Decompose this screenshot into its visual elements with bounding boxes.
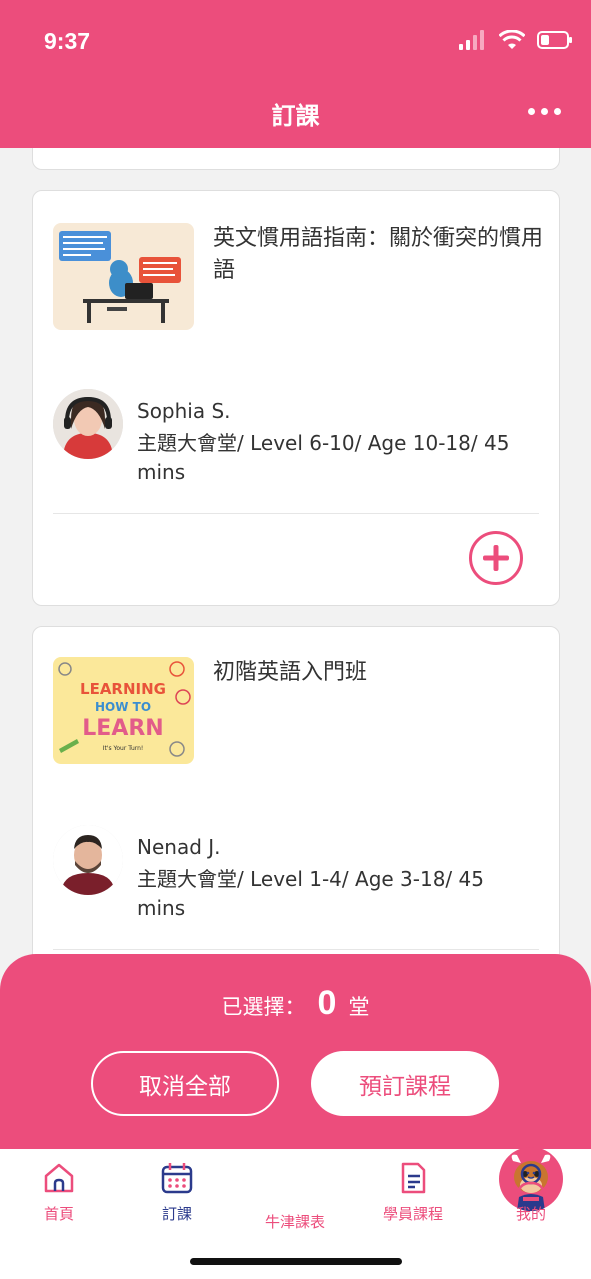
tab-label: 首頁	[43, 1205, 74, 1223]
document-icon	[401, 1162, 426, 1194]
cover-line-4: It's Your Turn!	[103, 745, 144, 752]
cancel-all-button[interactable]: 取消全部	[91, 1051, 279, 1116]
signal-icon	[459, 30, 484, 50]
selection-panel: 已選擇： 0 堂 取消全部 預訂課程	[0, 954, 591, 1154]
course-list[interactable]: 英文慣用語指南：關於衝突的慣用語 Sophia S. 主題大會堂/ Level …	[0, 148, 591, 958]
course-title: 英文慣用語指南：關於衝突的慣用語	[213, 226, 544, 283]
teacher-photo-icon	[53, 825, 123, 895]
cover-line-3: LEARN	[82, 716, 163, 741]
teacher-avatar	[53, 825, 123, 895]
tab-label: 我的	[515, 1205, 546, 1223]
more-options-button[interactable]	[528, 108, 561, 115]
tab-label: 牛津課表	[264, 1213, 325, 1231]
teacher-name: Nenad J.	[137, 835, 221, 859]
course-title: 初階英語入門班	[213, 660, 368, 685]
learning-how-to-learn-cover-icon: LEARNING HOW TO LEARN It's Your Turn!	[53, 657, 194, 764]
selected-suffix: 堂	[348, 995, 370, 1019]
status-time: 9:37	[44, 28, 91, 54]
teacher-course-info: 主題大會堂/ Level 1-4/ Age 3-18/ 45 mins	[137, 867, 484, 920]
plus-icon	[483, 545, 509, 571]
dot-icon	[554, 108, 561, 115]
tab-mine[interactable]: 我的	[472, 1161, 590, 1224]
tab-booking[interactable]: 訂課	[118, 1161, 236, 1224]
teacher-name: Sophia S.	[137, 399, 231, 423]
page-title: 訂課	[271, 102, 320, 130]
course-card[interactable]: 英文慣用語指南：關於衝突的慣用語 Sophia S. 主題大會堂/ Level …	[32, 190, 560, 606]
teacher-avatar	[53, 389, 123, 459]
battery-icon	[537, 31, 572, 49]
selected-count-text: 已選擇： 0 堂	[0, 984, 591, 1023]
teacher-course-info: 主題大會堂/ Level 6-10/ Age 10-18/ 45 mins	[137, 431, 510, 484]
calendar-icon	[161, 1163, 193, 1194]
divider	[53, 949, 539, 950]
course-card-partial	[32, 148, 560, 170]
tab-label: 學員課程	[382, 1205, 443, 1223]
status-icons	[459, 30, 573, 50]
course-card[interactable]: LEARNING HOW TO LEARN It's Your Turn! 初階…	[32, 626, 560, 958]
add-course-button[interactable]	[469, 531, 523, 585]
user-icon	[516, 1163, 546, 1194]
home-indicator	[190, 1258, 402, 1265]
cover-line-2: HOW TO	[95, 700, 151, 714]
dot-icon	[528, 108, 535, 115]
selected-prefix: 已選擇：	[221, 995, 306, 1019]
teacher-photo-icon	[53, 389, 123, 459]
home-icon	[44, 1163, 74, 1193]
app-header: 9:37 訂課	[0, 0, 591, 148]
book-course-button[interactable]: 預訂課程	[311, 1051, 499, 1116]
tab-oxford-schedule[interactable]: 牛津課表	[236, 1147, 563, 1232]
video-call-illustration-icon	[53, 223, 194, 330]
tab-label: 訂課	[161, 1205, 192, 1223]
cover-line-1: LEARNING	[80, 680, 166, 698]
selected-count: 0	[317, 984, 337, 1022]
course-thumbnail	[53, 223, 194, 330]
tab-student-courses[interactable]: 學員課程	[354, 1161, 472, 1224]
wifi-icon	[499, 30, 525, 49]
course-thumbnail: LEARNING HOW TO LEARN It's Your Turn!	[53, 657, 194, 764]
divider	[53, 513, 539, 514]
tab-home[interactable]: 首頁	[0, 1161, 118, 1224]
dot-icon	[541, 108, 548, 115]
